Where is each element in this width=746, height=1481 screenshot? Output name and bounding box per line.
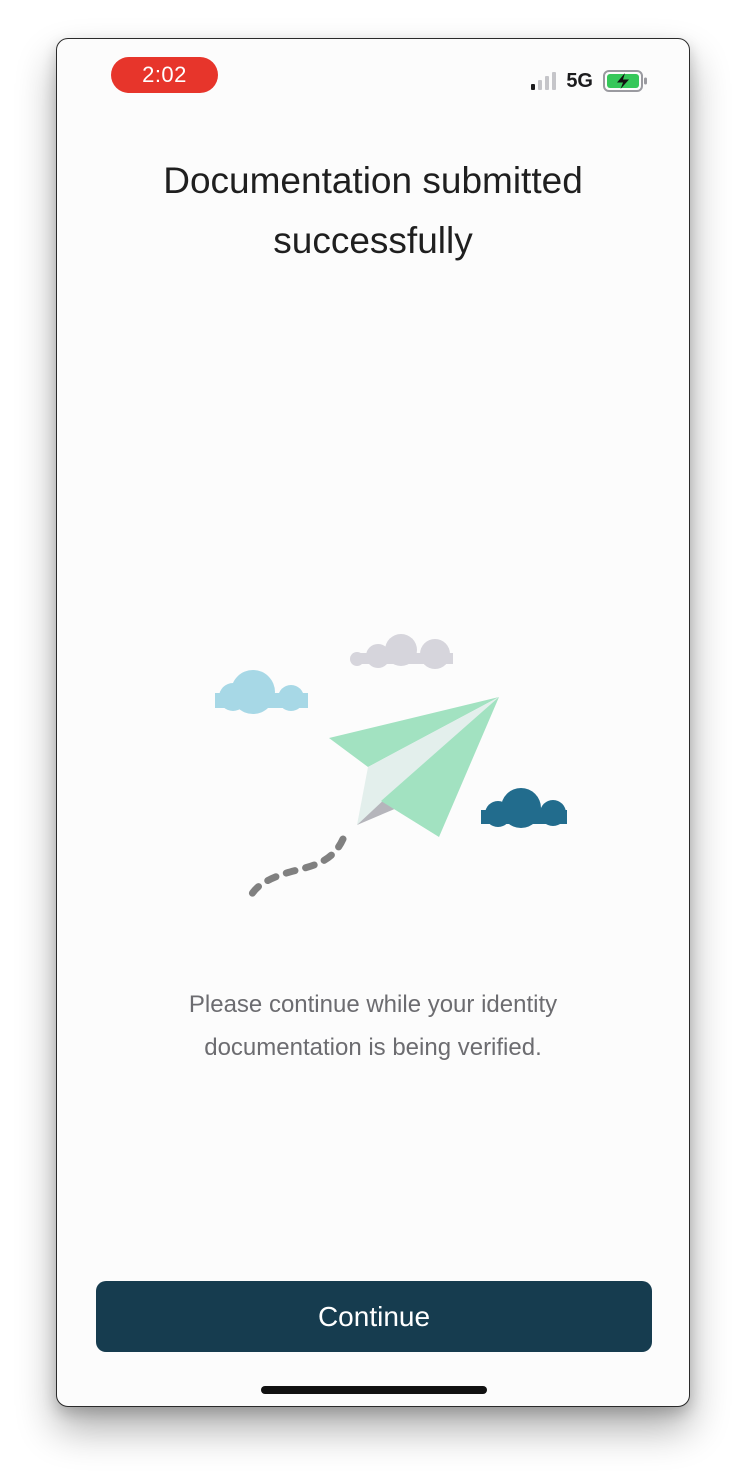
phone-screen: 2:02 5G Documentation submitted successf… [56, 38, 690, 1407]
network-type: 5G [566, 69, 593, 92]
home-indicator[interactable] [261, 1386, 487, 1394]
battery-charging-icon [603, 70, 647, 92]
signal-icon [531, 72, 557, 90]
cloud-light-blue-icon [215, 670, 308, 714]
cloud-dark-blue-icon [481, 788, 567, 828]
verification-message: Please continue while your identity docu… [188, 991, 558, 1061]
continue-button[interactable]: Continue [96, 1281, 652, 1352]
page-title: Documentation submitted successfully [163, 160, 583, 261]
status-time: 2:02 [111, 57, 218, 93]
paper-plane-icon [329, 697, 499, 837]
flight-path-trail [245, 835, 347, 899]
cloud-gray-icon [350, 634, 453, 669]
paper-plane-illustration [215, 634, 567, 899]
status-indicators: 5G [531, 69, 649, 93]
page-background: 2:02 5G Documentation submitted successf… [0, 0, 746, 1481]
